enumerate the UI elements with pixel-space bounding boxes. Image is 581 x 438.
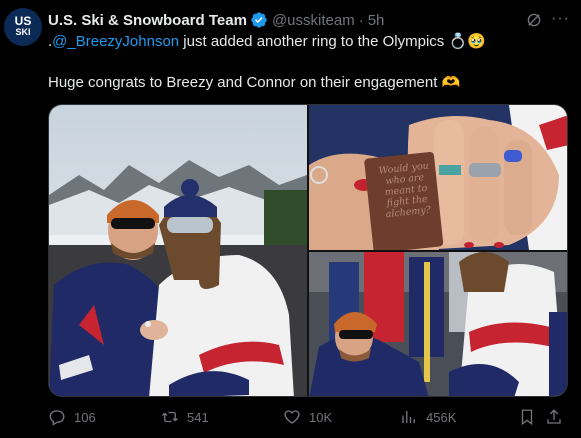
views-button[interactable]: 456K [400, 407, 456, 427]
repost-count: 541 [187, 409, 209, 425]
verified-badge-icon [251, 12, 267, 28]
photo-couple-image [49, 105, 307, 396]
avatar-logo-line2: SKI [15, 27, 31, 37]
photo-ring-hand[interactable]: Would you who are meant to fight the alc… [309, 105, 567, 250]
header-separator: · [358, 11, 364, 29]
tweet-text-line2: Huge congrats to Breezy and Connor on th… [48, 74, 461, 91]
tweet-text-rest: just added another ring to the Olympics … [179, 33, 486, 50]
bookmark-icon [521, 409, 533, 426]
like-count: 10K [309, 409, 333, 425]
photo-ring-hand-image [309, 105, 567, 250]
views-chart-icon [402, 411, 415, 423]
photo-couple[interactable] [49, 105, 307, 396]
reply-count: 106 [74, 409, 96, 425]
tweet-header: U.S. Ski & Snowboard Team @usskiteam · 5… [48, 10, 581, 30]
media-grid: Would you who are meant to fight the alc… [48, 104, 568, 397]
wood-tag-text: Would you who are meant to fight the alc… [370, 160, 441, 222]
like-button[interactable]: 10K [283, 407, 332, 427]
more-options-icon[interactable]: ··· [551, 10, 569, 28]
mention-link[interactable]: @_BreezyJohnson [52, 33, 179, 50]
avatar[interactable]: US SKI [4, 8, 42, 46]
share-icon [547, 409, 561, 424]
bookmark-button[interactable] [518, 407, 544, 427]
grok-icon[interactable] [525, 11, 543, 29]
heart-icon [284, 410, 300, 424]
avatar-logo: US SKI [14, 14, 32, 38]
views-count: 456K [426, 409, 457, 425]
reply-icon [49, 410, 65, 426]
action-bar: 106 541 10K 456K [48, 407, 568, 429]
tweet-text-line1: .@_BreezyJohnson just added another ring… [48, 32, 486, 52]
share-button[interactable] [545, 407, 571, 427]
repost-icon [162, 411, 178, 423]
account-handle[interactable]: @usskiteam [272, 12, 355, 29]
repost-button[interactable]: 541 [161, 407, 209, 427]
reply-button[interactable]: 106 [48, 407, 96, 427]
tweet-timestamp[interactable]: 5h [368, 12, 385, 29]
avatar-logo-line1: US [14, 14, 32, 28]
photo-proposal[interactable] [309, 252, 567, 396]
photo-proposal-image [309, 252, 567, 396]
account-name[interactable]: U.S. Ski & Snowboard Team [48, 12, 247, 29]
